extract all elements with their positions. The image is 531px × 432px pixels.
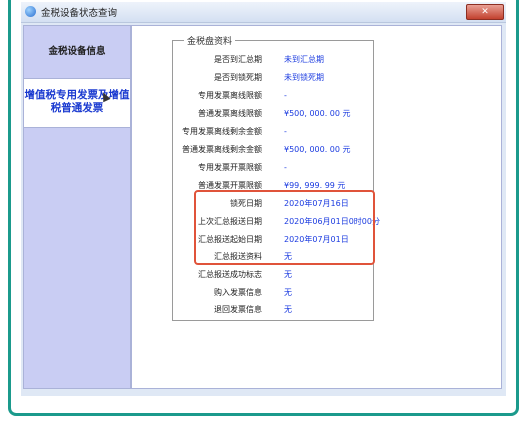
row-value: 未到锁死期 xyxy=(284,73,324,82)
row-value: - xyxy=(284,127,287,136)
info-row: 普通发票离线剩余金额 ¥500, 000. 00 元 xyxy=(150,142,390,158)
sidebar-item-invoice[interactable]: 增值税专用发票及增值税普通发票 xyxy=(24,78,130,128)
row-value: - xyxy=(284,163,287,172)
info-row: 是否到锁死期 未到锁死期 xyxy=(150,70,390,86)
window-title: 金税设备状态查询 xyxy=(41,8,118,19)
row-label: 专用发票离线剩余金额 xyxy=(182,127,262,136)
info-row: 购入发票信息 无 xyxy=(150,285,390,301)
row-label: 购入发票信息 xyxy=(214,288,262,297)
row-label: 专用发票开票限额 xyxy=(198,163,262,172)
row-value: 未到汇总期 xyxy=(284,55,324,64)
info-row: 汇总报送成功标志 无 xyxy=(150,267,390,283)
info-row: 是否到汇总期 未到汇总期 xyxy=(150,52,390,68)
row-label: 专用发票离线限额 xyxy=(198,91,262,100)
groupbox-legend: 金税盘资料 xyxy=(184,34,236,47)
sidebar-item-device-info[interactable]: 金税设备信息 xyxy=(24,40,130,75)
info-row: 专用发票离线限额 - xyxy=(150,88,390,104)
info-row: 普通发票离线限额 ¥500, 000. 00 元 xyxy=(150,106,390,122)
info-row: 退回发票信息 无 xyxy=(150,302,390,318)
title-bar: 金税设备状态查询 ✕ xyxy=(21,2,506,23)
info-row: 专用发票离线剩余金额 - xyxy=(150,124,390,140)
sidebar: 金税设备信息 增值税专用发票及增值税普通发票 xyxy=(23,25,131,389)
row-value: 无 xyxy=(284,270,292,279)
info-row: 专用发票开票限额 - xyxy=(150,160,390,176)
close-button[interactable]: ✕ xyxy=(466,4,504,20)
row-value: ¥500, 000. 00 元 xyxy=(284,145,351,154)
app-icon xyxy=(25,6,36,17)
row-label: 普通发票离线限额 xyxy=(198,109,262,118)
row-label: 是否到汇总期 xyxy=(214,55,262,64)
highlight-box xyxy=(194,190,375,265)
row-label: 退回发票信息 xyxy=(214,305,262,314)
row-label: 普通发票离线剩余金额 xyxy=(182,145,262,154)
row-value: 无 xyxy=(284,288,292,297)
row-value: ¥500, 000. 00 元 xyxy=(284,109,351,118)
row-value: - xyxy=(284,91,287,100)
row-label: 汇总报送成功标志 xyxy=(198,270,262,279)
row-label: 是否到锁死期 xyxy=(214,73,262,82)
row-value: 无 xyxy=(284,305,292,314)
